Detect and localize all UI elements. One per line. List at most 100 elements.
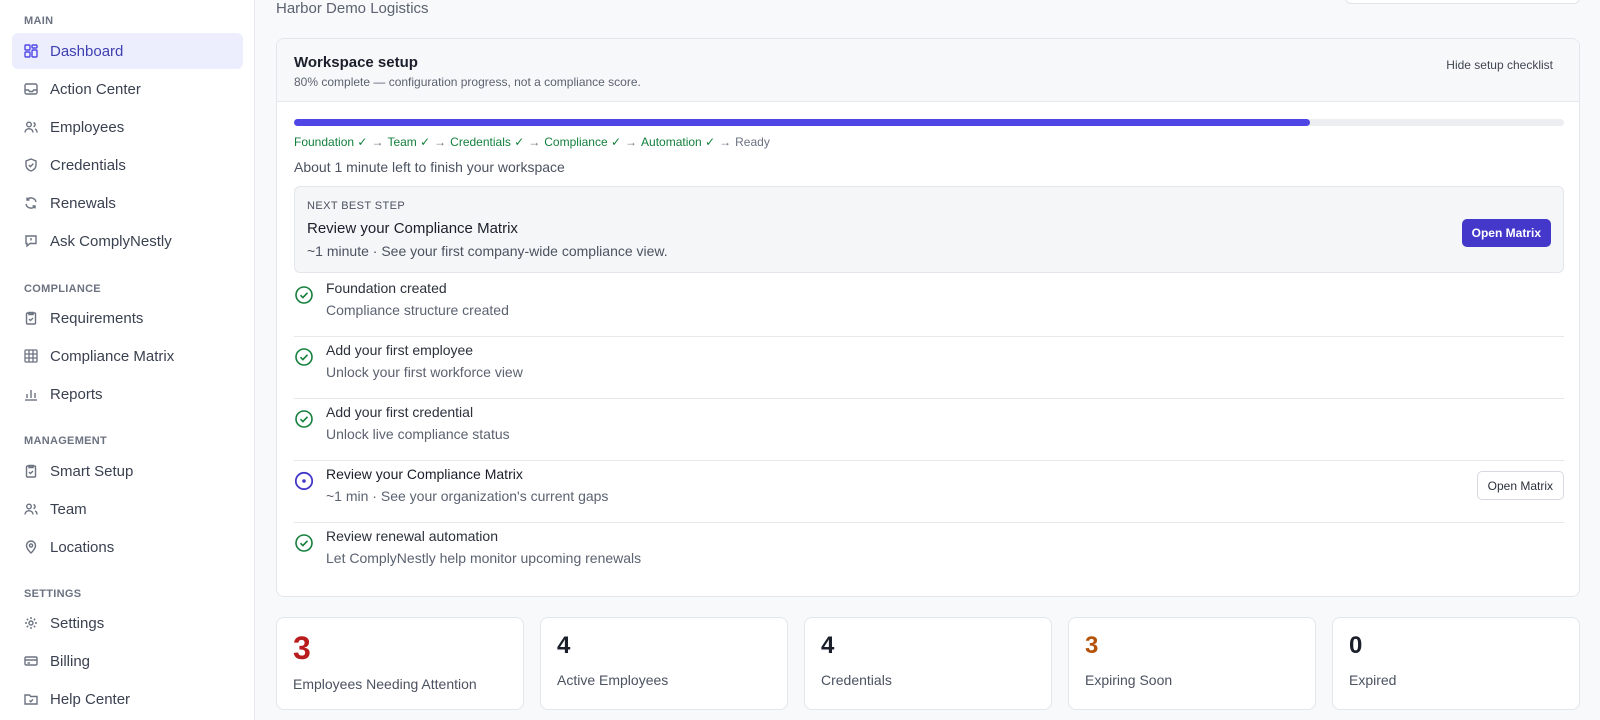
stat-label: Employees Needing Attention xyxy=(293,676,477,692)
workspace-setup-card: Workspace setup 80% complete — configura… xyxy=(276,38,1580,597)
sidebar-item-label: Action Center xyxy=(50,80,141,98)
checklist-item-compliance-matrix: Review your Compliance Matrix ~1 min · S… xyxy=(294,460,1564,523)
stat-card-expiring-soon[interactable]: 3 Expiring Soon xyxy=(1068,617,1316,710)
stat-value: 4 xyxy=(821,632,835,659)
inbox-icon xyxy=(24,82,38,96)
current-step-icon xyxy=(294,471,314,491)
checklist-item-desc: ~1 min · See your organization's current… xyxy=(326,488,609,504)
checklist-item-title: Add your first credential xyxy=(326,404,474,420)
checklist-item-title: Foundation created xyxy=(326,280,447,296)
step-arrow: → xyxy=(371,135,384,149)
help-folder-icon xyxy=(24,692,38,706)
sidebar-item-label: Locations xyxy=(50,538,115,556)
open-matrix-button[interactable]: Open Matrix xyxy=(1461,219,1551,247)
setup-step: Ready xyxy=(735,135,770,149)
sidebar-item-label: Ask ComplyNestly xyxy=(50,232,172,250)
check-circle-icon xyxy=(294,285,314,305)
checklist-item-desc: Compliance structure created xyxy=(326,302,509,318)
checklist-item-desc: Unlock live compliance status xyxy=(326,426,510,442)
sidebar: MAIN Dashboard Action Center Employees C… xyxy=(0,0,255,720)
setup-step: Credentials ✓ xyxy=(450,135,525,149)
next-step-description: ~1 minute · See your first company-wide … xyxy=(307,243,668,259)
setup-step: Compliance ✓ xyxy=(544,135,622,149)
stat-value: 3 xyxy=(293,630,311,666)
grid-icon xyxy=(24,349,38,363)
clipboard-check-icon xyxy=(24,464,38,478)
checklist-item-title: Review renewal automation xyxy=(326,528,498,544)
check-circle-icon xyxy=(294,533,314,553)
sidebar-item-label: Credentials xyxy=(50,156,126,174)
sidebar-item-label: Billing xyxy=(50,652,91,670)
time-left-text: About 1 minute left to finish your works… xyxy=(294,159,565,175)
sidebar-item-action-center[interactable]: Action Center xyxy=(12,71,243,107)
open-matrix-secondary-button[interactable]: Open Matrix xyxy=(1476,471,1564,500)
sidebar-item-requirements[interactable]: Requirements xyxy=(12,300,243,336)
setup-step: Team ✓ xyxy=(387,135,431,149)
step-arrow: → xyxy=(528,135,541,149)
setup-step: Foundation ✓ xyxy=(294,135,368,149)
credit-card-icon xyxy=(24,654,38,668)
sidebar-item-help-center[interactable]: Help Center xyxy=(12,681,243,717)
next-step-title: Review your Compliance Matrix xyxy=(307,220,518,237)
setup-title: Workspace setup xyxy=(294,54,418,71)
step-arrow: → xyxy=(625,135,638,149)
setup-steps: Foundation ✓ → Team ✓ → Credentials ✓ → Compli… xyxy=(294,135,770,149)
sidebar-item-billing[interactable]: Billing xyxy=(12,643,243,679)
sidebar-item-label: Settings xyxy=(50,614,105,632)
sidebar-section-compliance: COMPLIANCE xyxy=(24,283,101,295)
stat-card-expired[interactable]: 0 Expired xyxy=(1332,617,1580,710)
checklist-item-foundation: Foundation created Compliance structure … xyxy=(294,274,1564,337)
stat-value: 4 xyxy=(557,632,571,659)
checklist-item-first-credential: Add your first credential Unlock live co… xyxy=(294,398,1564,461)
dashboard-icon xyxy=(24,44,38,58)
setup-step: Automation ✓ xyxy=(641,135,716,149)
next-best-step: NEXT BEST STEP Review your Compliance Ma… xyxy=(294,186,1564,273)
sidebar-item-employees[interactable]: Employees xyxy=(12,109,243,145)
sidebar-item-label: Requirements xyxy=(50,309,144,327)
sidebar-item-label: Renewals xyxy=(50,194,116,212)
setup-progress-fill xyxy=(294,119,1310,126)
setup-card-header: Workspace setup 80% complete — configura… xyxy=(277,39,1579,102)
users-icon xyxy=(24,502,38,516)
refresh-icon xyxy=(24,196,38,210)
sidebar-item-dashboard[interactable]: Dashboard xyxy=(12,33,243,69)
sidebar-section-main: MAIN xyxy=(24,15,54,27)
sidebar-item-renewals[interactable]: Renewals xyxy=(12,185,243,221)
sidebar-item-reports[interactable]: Reports xyxy=(12,376,243,412)
sidebar-item-team[interactable]: Team xyxy=(12,491,243,527)
sidebar-item-compliance-matrix[interactable]: Compliance Matrix xyxy=(12,338,243,374)
stat-label: Credentials xyxy=(821,672,892,688)
sidebar-item-label: Dashboard xyxy=(50,42,124,60)
sidebar-item-credentials[interactable]: Credentials xyxy=(12,147,243,183)
organization-name: Harbor Demo Logistics xyxy=(276,0,429,17)
sidebar-item-label: Compliance Matrix xyxy=(50,347,175,365)
check-circle-icon xyxy=(294,409,314,429)
stat-value: 3 xyxy=(1085,632,1099,659)
header-control[interactable] xyxy=(1345,0,1580,4)
setup-progress-bar xyxy=(294,119,1564,126)
sidebar-item-smart-setup[interactable]: Smart Setup xyxy=(12,453,243,489)
stat-card-employees-needing-attention[interactable]: 3 Employees Needing Attention xyxy=(276,617,524,710)
sidebar-item-ask-complynestly[interactable]: Ask ComplyNestly xyxy=(12,223,243,259)
setup-subtitle: 80% complete — configuration progress, n… xyxy=(294,75,641,89)
chat-icon xyxy=(24,234,38,248)
check-circle-icon xyxy=(294,347,314,367)
sidebar-item-label: Reports xyxy=(50,385,103,403)
stat-label: Expiring Soon xyxy=(1085,672,1173,688)
step-arrow: → xyxy=(434,135,447,149)
hide-setup-checklist-button[interactable]: Hide setup checklist xyxy=(1446,58,1553,72)
checklist-item-desc: Unlock your first workforce view xyxy=(326,364,523,380)
gear-icon xyxy=(24,616,38,630)
step-arrow: → xyxy=(719,135,732,149)
sidebar-item-label: Smart Setup xyxy=(50,462,134,480)
stat-card-credentials[interactable]: 4 Credentials xyxy=(804,617,1052,710)
sidebar-section-settings: SETTINGS xyxy=(24,588,82,600)
users-icon xyxy=(24,120,38,134)
sidebar-item-label: Employees xyxy=(50,118,125,136)
stat-card-active-employees[interactable]: 4 Active Employees xyxy=(540,617,788,710)
sidebar-item-settings[interactable]: Settings xyxy=(12,605,243,641)
next-step-label: NEXT BEST STEP xyxy=(307,200,406,212)
sidebar-item-locations[interactable]: Locations xyxy=(12,529,243,565)
bar-chart-icon xyxy=(24,387,38,401)
checklist-item-renewal-automation: Review renewal automation Let ComplyNest… xyxy=(294,522,1564,585)
